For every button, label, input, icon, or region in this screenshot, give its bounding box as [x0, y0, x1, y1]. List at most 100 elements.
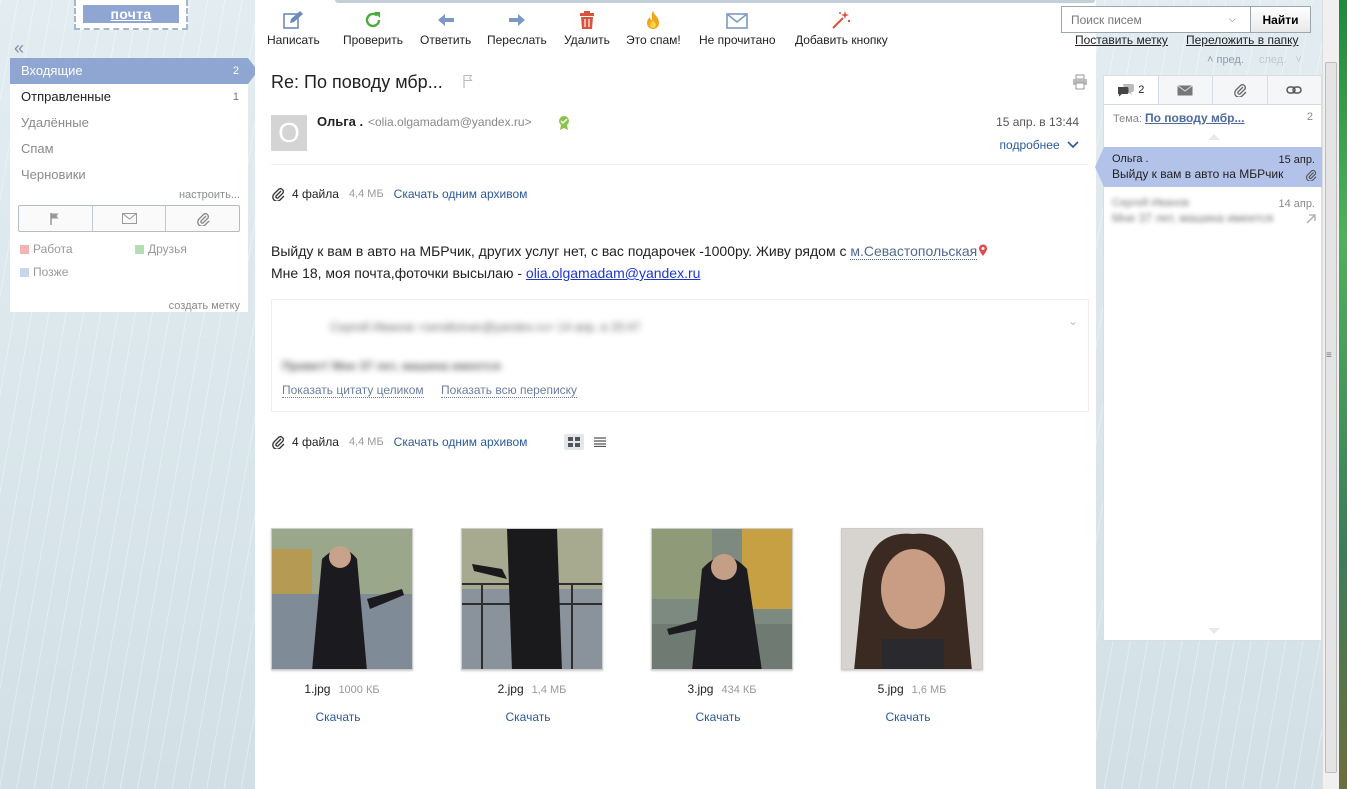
attachments-size: 4,4 МБ — [348, 188, 384, 200]
folder-deleted[interactable]: Удалённые — [10, 110, 248, 136]
details-link[interactable]: подробнее — [1000, 138, 1079, 152]
mark-unread-button[interactable]: Не прочитано — [699, 10, 776, 47]
yandex-mail-logo[interactable]: почта — [74, 0, 188, 30]
details-label: подробнее — [999, 138, 1060, 152]
add-button-button[interactable]: Добавить кнопку — [795, 10, 888, 47]
tab-links[interactable] — [1267, 76, 1321, 104]
search-input[interactable] — [1061, 6, 1251, 33]
trash-icon — [579, 11, 594, 29]
folder-inbox[interactable]: Входящие 2 — [10, 58, 258, 84]
paperclip-icon — [1233, 84, 1247, 97]
quote-header: Сергей Иванов <sendtoivan@yandex.ru> 14 … — [330, 320, 641, 334]
forward-button[interactable]: Переслать — [487, 10, 547, 47]
paperclip-icon — [272, 436, 285, 449]
thread-item[interactable]: Сергей Иванов 14 апр. Мне 37 лет, машина… — [1104, 191, 1323, 231]
download-archive-link[interactable]: Скачать одним архивом — [394, 435, 528, 449]
folder-label: Черновики — [21, 167, 86, 182]
delete-button[interactable]: Удалить — [564, 10, 610, 47]
spam-button[interactable]: Это спам! — [626, 10, 681, 47]
file-name[interactable]: 1.jpg — [304, 682, 330, 696]
label-color-swatch — [135, 244, 144, 254]
thread-panel: 2 Тема: По поводу мбр... 2 Ольга . 15 апр… — [1095, 75, 1323, 641]
file-name[interactable]: 2.jpg — [498, 682, 524, 696]
configure-folders-link[interactable]: настроить... — [10, 189, 248, 201]
download-file-link[interactable]: Скачать — [841, 710, 975, 724]
flag-icon[interactable] — [462, 74, 474, 88]
grid-view-button[interactable] — [564, 434, 584, 450]
email-link[interactable]: olia.olgamadam@yandex.ru — [526, 265, 701, 281]
tab-thread[interactable]: 2 — [1104, 76, 1159, 104]
chevron-down-icon[interactable]: ⌵ — [1229, 14, 1236, 25]
file-name[interactable]: 3.jpg — [687, 682, 713, 696]
folder-sent[interactable]: Отправленные 1 — [10, 84, 248, 110]
download-archive-link[interactable]: Скачать одним архивом — [394, 187, 528, 201]
compose-button[interactable]: Написать — [267, 10, 320, 47]
show-thread-link[interactable]: Показать всю переписку — [441, 383, 578, 398]
chevron-down-icon[interactable]: ⌄ — [1068, 314, 1078, 328]
logo-text[interactable]: почта — [82, 5, 180, 23]
toolbar: Написать Проверить Ответить Переслать Уд… — [255, 0, 1096, 58]
attachment-caption: 5.jpg 1,6 МБ — [841, 682, 983, 696]
download-file-link[interactable]: Скачать — [461, 710, 595, 724]
map-pin-icon[interactable] — [978, 244, 988, 257]
download-file-link[interactable]: Скачать — [271, 710, 405, 724]
scrollbar-thumb[interactable] — [1325, 62, 1337, 773]
page-scrollbar[interactable]: ≡ — [1322, 0, 1339, 789]
photo-thumbnail[interactable] — [841, 528, 983, 670]
filter-flagged-button[interactable] — [19, 206, 93, 231]
label-text: Друзья — [148, 242, 187, 256]
reply-arrow-icon — [437, 14, 454, 26]
move-to-folder-link[interactable]: Переложить в папку — [1186, 33, 1299, 47]
avatar: О — [271, 115, 307, 151]
forward-label: Переслать — [487, 33, 547, 47]
filter-attachments-button[interactable] — [166, 206, 239, 231]
photo-thumbnail[interactable] — [271, 528, 413, 670]
thread-item-date: 15 апр. — [1278, 154, 1315, 166]
attachment-caption: 3.jpg 434 КБ — [651, 682, 793, 696]
paperclip-icon — [1305, 169, 1317, 181]
body-line-2: Мне 18, моя почта,фоточки высылаю - — [271, 265, 526, 281]
set-label-link[interactable]: Поставить метку — [1075, 33, 1168, 47]
tab-messages[interactable] — [1158, 76, 1213, 104]
attachment-caption: 2.jpg 1,4 МБ — [461, 682, 603, 696]
thread-item-snippet: Мне 37 лет, машина имеется — [1112, 211, 1274, 225]
label-later[interactable]: Позже — [20, 265, 135, 279]
metro-station-link[interactable]: м.Севастопольская — [850, 243, 978, 260]
thread-item[interactable]: Ольга . 15 апр. Выйду к вам в авто на МБ… — [1095, 147, 1323, 187]
prev-message-link[interactable]: ˄ пред. — [1207, 54, 1250, 66]
topic-value[interactable]: По поводу мбр... — [1145, 111, 1245, 125]
show-full-quote-link[interactable]: Показать цитату целиком — [282, 383, 424, 398]
topic-label: Тема: — [1113, 113, 1142, 125]
create-label-link[interactable]: создать метку — [169, 300, 240, 312]
fire-icon — [647, 11, 660, 29]
forward-arrow-icon — [508, 14, 525, 26]
list-view-button[interactable] — [590, 434, 610, 450]
search-button[interactable]: Найти — [1251, 6, 1311, 33]
folder-count: 2 — [232, 65, 239, 77]
tab-attachments[interactable] — [1213, 76, 1268, 104]
scroll-down-arrow-icon[interactable] — [1208, 628, 1220, 634]
sender-email[interactable]: <olia.olgamadam@yandex.ru> — [368, 115, 532, 129]
label-work[interactable]: Работа — [20, 242, 135, 256]
file-name[interactable]: 5.jpg — [878, 682, 904, 696]
scroll-up-arrow-icon[interactable] — [1208, 134, 1220, 140]
photo-thumbnail[interactable] — [461, 528, 603, 670]
print-icon[interactable] — [1072, 74, 1088, 90]
verified-badge-icon — [559, 116, 569, 130]
collapse-sidebar-icon[interactable]: « — [14, 38, 24, 59]
check-mail-button[interactable]: Проверить — [343, 10, 403, 47]
prev-label: пред. — [1216, 54, 1244, 66]
label-friends[interactable]: Друзья — [135, 242, 245, 256]
next-message-link[interactable]: след. ˅ — [1259, 54, 1302, 66]
folder-drafts[interactable]: Черновики — [10, 162, 248, 188]
quote-links: Показать цитату целиком Показать всю пер… — [282, 383, 591, 398]
sender-name[interactable]: Ольга . — [317, 114, 363, 129]
folder-spam[interactable]: Спам — [10, 136, 248, 162]
reply-button[interactable]: Ответить — [420, 10, 471, 47]
attachment-item: 1.jpg 1000 КБ Скачать — [271, 528, 461, 724]
attachment-thumbnails: 1.jpg 1000 КБ Скачать 2.jpg 1,4 МБ Скачать… — [271, 528, 1031, 724]
photo-thumbnail[interactable] — [651, 528, 793, 670]
download-file-link[interactable]: Скачать — [651, 710, 785, 724]
thread-tabs: 2 — [1104, 76, 1321, 105]
filter-unread-button[interactable] — [93, 206, 167, 231]
